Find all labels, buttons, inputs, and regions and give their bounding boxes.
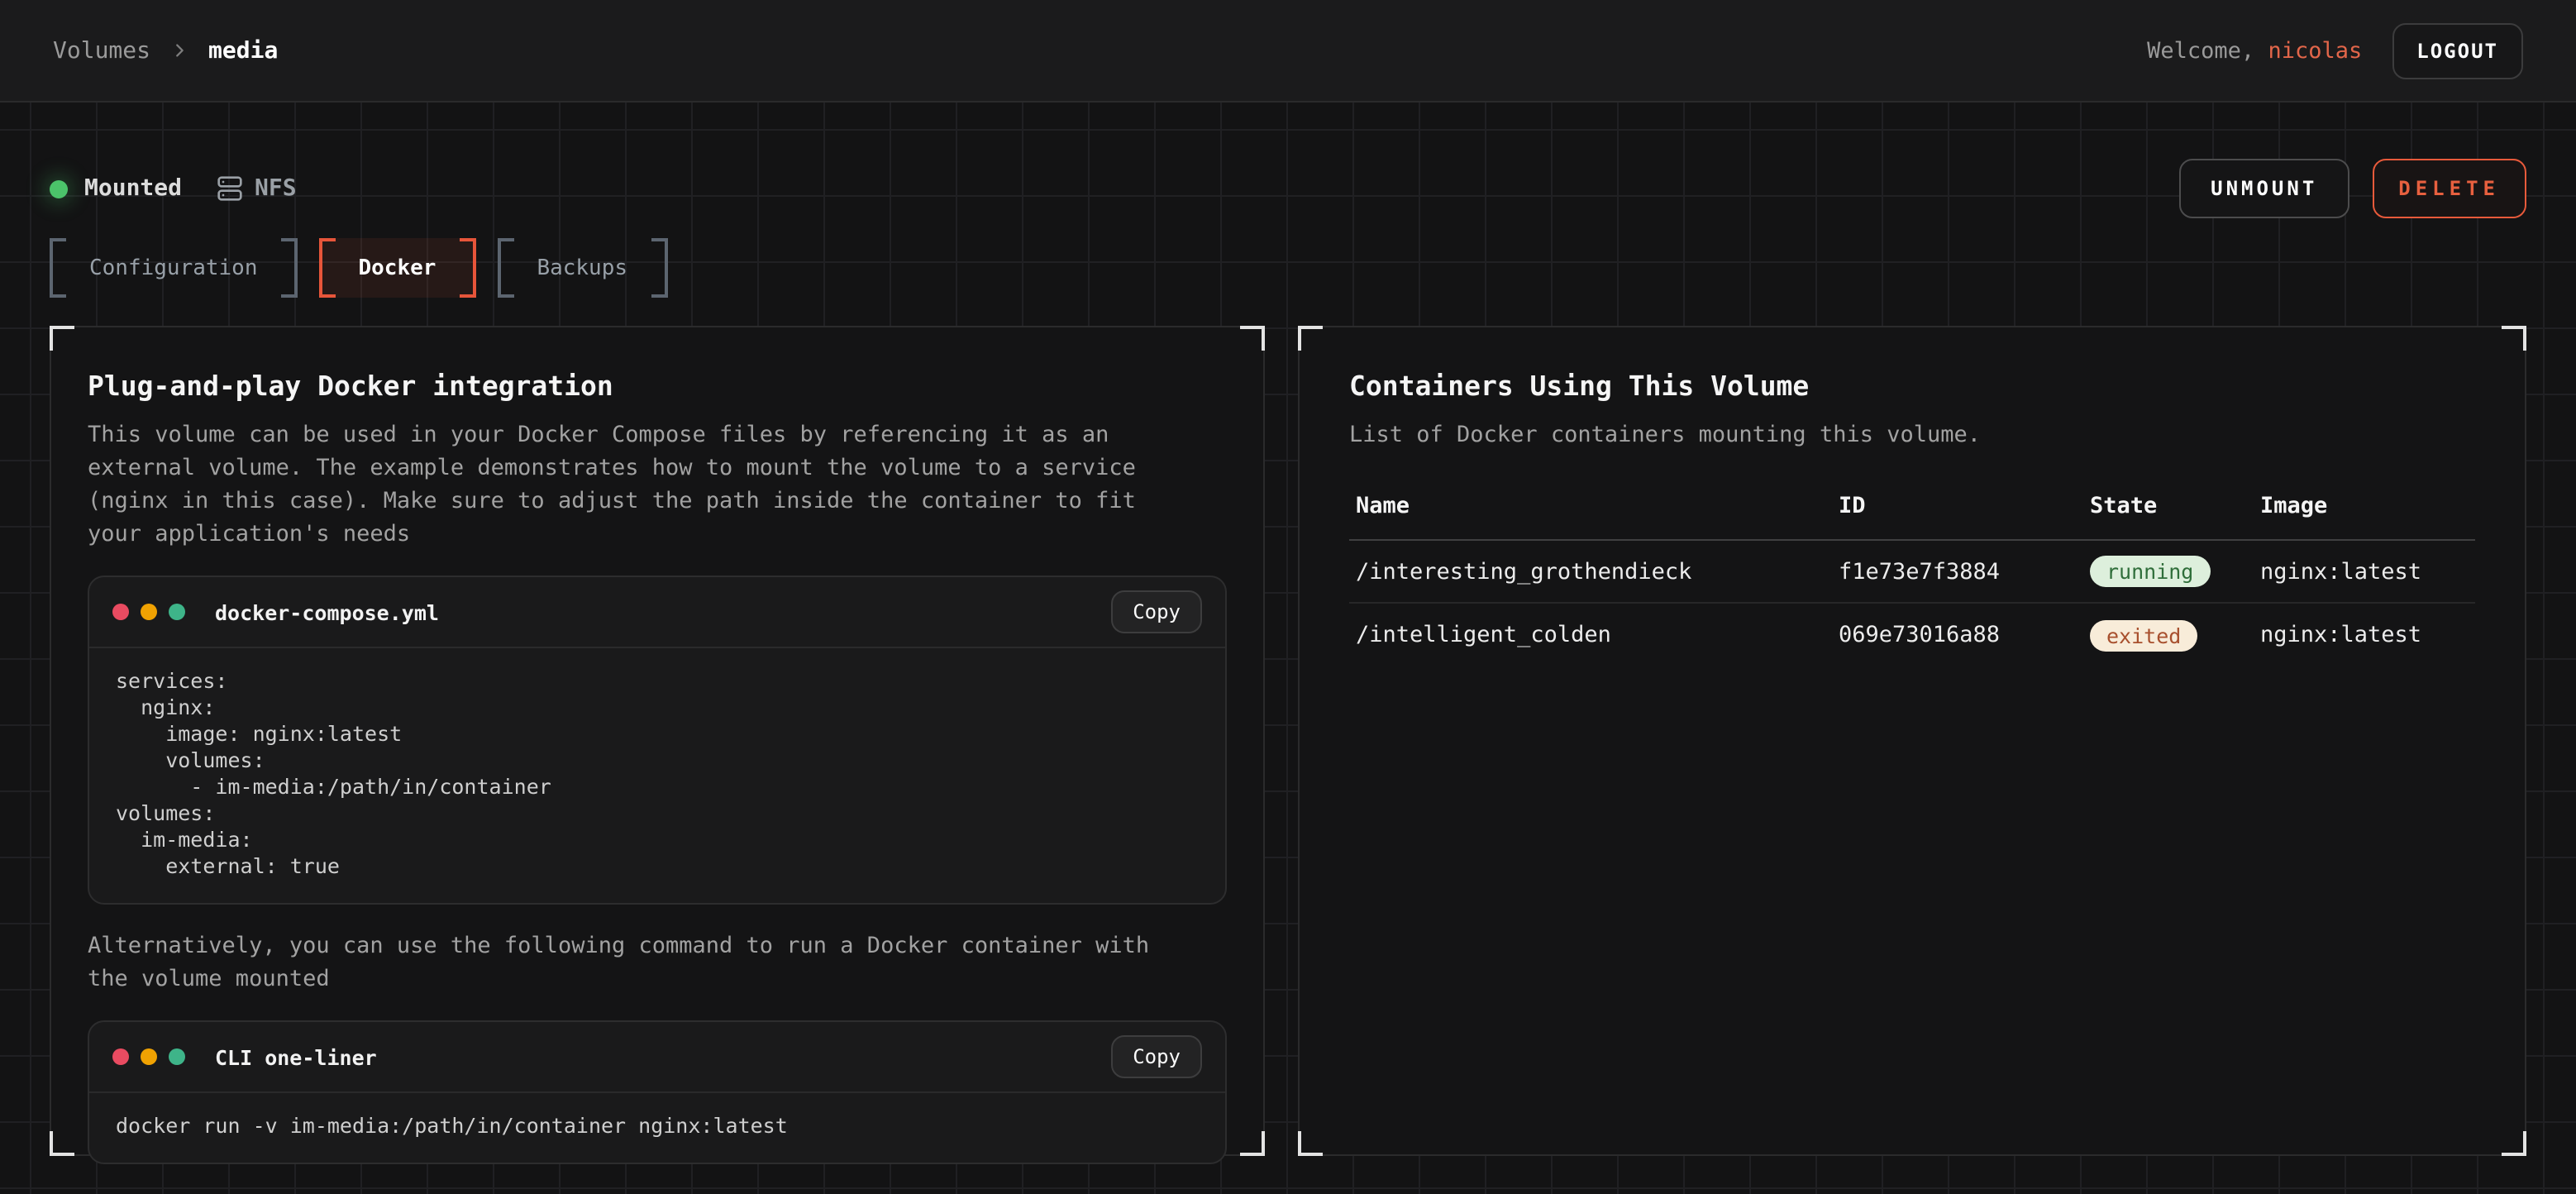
- username: nicolas: [2268, 37, 2362, 64]
- window-dot-green-icon: [169, 1048, 185, 1065]
- corner-bracket-icon: [50, 1131, 74, 1156]
- breadcrumb-current: media: [208, 37, 278, 64]
- breadcrumb-volumes-link[interactable]: Volumes: [53, 37, 150, 64]
- containers-panel-title: Containers Using This Volume: [1349, 370, 2475, 402]
- fs-type-label: NFS: [255, 175, 297, 202]
- window-dot-red-icon: [112, 604, 129, 620]
- panels: Plug-and-play Docker integration This vo…: [50, 326, 2526, 1156]
- tab-docker[interactable]: Docker: [319, 238, 476, 298]
- cli-code-block-header: CLI one-liner Copy: [89, 1022, 1225, 1093]
- tab-bar: Configuration Docker Backups: [50, 238, 2526, 298]
- logout-button[interactable]: LOGOUT: [2392, 22, 2523, 79]
- corner-bracket-icon: [1298, 1131, 1323, 1156]
- welcome-text: Welcome, nicolas: [2147, 37, 2362, 64]
- unmount-button[interactable]: UNMOUNT: [2179, 159, 2349, 218]
- main-content: Mounted NFS UNMOUNT DELETE Configuratio: [0, 157, 2576, 1156]
- container-name: /intelligent_colden: [1356, 622, 1839, 648]
- container-state-badge: running: [2090, 556, 2210, 587]
- cli-filename: CLI one-liner: [215, 1044, 377, 1069]
- topbar: Volumes media Welcome, nicolas LOGOUT: [0, 0, 2576, 103]
- compose-code-block-header: docker-compose.yml Copy: [89, 577, 1225, 648]
- containers-panel-subtitle: List of Docker containers mounting this …: [1349, 418, 2444, 451]
- server-icon: [217, 175, 243, 202]
- corner-bracket-icon: [2502, 1131, 2526, 1156]
- compose-code: services: nginx: image: nginx:latest vol…: [89, 648, 1225, 903]
- col-header-id: ID: [1839, 493, 2090, 519]
- cli-code: docker run -v im-media:/path/in/containe…: [89, 1093, 1225, 1163]
- compose-filename: docker-compose.yml: [215, 599, 439, 624]
- window-dot-yellow-icon: [141, 1048, 157, 1065]
- container-id: 069e73016a88: [1839, 622, 2090, 648]
- table-row: /interesting_grothendieck f1e73e7f3884 r…: [1349, 541, 2475, 604]
- corner-bracket-icon: [1240, 326, 1265, 351]
- delete-button[interactable]: DELETE: [2372, 159, 2526, 218]
- corner-bracket-icon: [2502, 326, 2526, 351]
- col-header-image: Image: [2260, 493, 2469, 519]
- docker-panel-description: This volume can be used in your Docker C…: [88, 418, 1182, 551]
- compose-copy-button[interactable]: Copy: [1111, 590, 1202, 633]
- container-image: nginx:latest: [2260, 622, 2469, 648]
- col-header-name: Name: [1356, 493, 1839, 519]
- corner-bracket-icon: [50, 326, 74, 351]
- containers-table-header: Name ID State Image: [1349, 493, 2475, 541]
- container-state-badge: exited: [2090, 619, 2197, 651]
- col-header-state: State: [2090, 493, 2260, 519]
- welcome-prefix: Welcome,: [2147, 37, 2254, 64]
- corner-bracket-icon: [1240, 1131, 1265, 1156]
- window-dot-green-icon: [169, 604, 185, 620]
- breadcrumb-chevron-icon: [170, 41, 188, 60]
- mounted-status-dot-icon: [50, 179, 68, 198]
- cli-intro-text: Alternatively, you can use the following…: [88, 929, 1182, 996]
- breadcrumb: Volumes media: [53, 37, 278, 64]
- volume-actions: UNMOUNT DELETE: [2179, 159, 2526, 218]
- container-id: f1e73e7f3884: [1839, 558, 2090, 585]
- containers-table: Name ID State Image /interesting_grothen…: [1349, 493, 2475, 666]
- tab-backups[interactable]: Backups: [497, 238, 667, 298]
- window-dot-yellow-icon: [141, 604, 157, 620]
- window-dot-red-icon: [112, 1048, 129, 1065]
- corner-bracket-icon: [1298, 326, 1323, 351]
- cli-code-block: CLI one-liner Copy docker run -v im-medi…: [88, 1020, 1227, 1164]
- table-row: /intelligent_colden 069e73016a88 exited …: [1349, 604, 2475, 666]
- containers-panel: Containers Using This Volume List of Doc…: [1298, 326, 2526, 1156]
- status-row: Mounted NFS UNMOUNT DELETE: [50, 157, 2526, 220]
- container-name: /interesting_grothendieck: [1356, 558, 1839, 585]
- container-image: nginx:latest: [2260, 558, 2469, 585]
- compose-code-block: docker-compose.yml Copy services: nginx:…: [88, 576, 1227, 905]
- topbar-right: Welcome, nicolas LOGOUT: [2147, 22, 2523, 79]
- docker-integration-panel: Plug-and-play Docker integration This vo…: [50, 326, 1265, 1156]
- cli-copy-button[interactable]: Copy: [1111, 1035, 1202, 1078]
- tab-configuration[interactable]: Configuration: [50, 238, 298, 298]
- volume-detail-page: Volumes media Welcome, nicolas LOGOUT Mo…: [0, 0, 2576, 1194]
- docker-panel-title: Plug-and-play Docker integration: [88, 370, 1227, 402]
- mount-status-label: Mounted: [84, 175, 182, 202]
- filesystem-type: NFS: [217, 175, 297, 202]
